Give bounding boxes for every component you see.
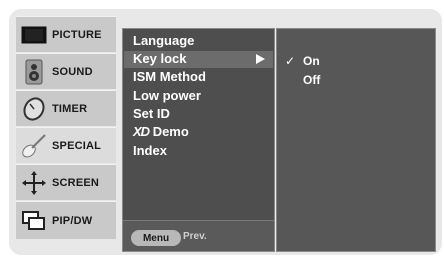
- sidebar-item-label: PIP/DW: [52, 214, 93, 227]
- menu-footer: Menu Prev.: [123, 220, 274, 251]
- menu-item-language[interactable]: Language: [133, 33, 194, 49]
- xd-logo: XD: [133, 124, 150, 139]
- sidebar-item-label: SOUND: [52, 65, 93, 78]
- sidebar-item-label: SCREEN: [52, 176, 100, 189]
- menu-item-key-lock[interactable]: Key lock: [124, 51, 273, 68]
- special-menu: Language Key lock ISM Method Low power S…: [122, 28, 275, 252]
- sidebar-item-label: SPECIAL: [52, 139, 102, 152]
- check-icon: ✓: [285, 54, 296, 68]
- prev-label: Prev.: [183, 231, 207, 242]
- tv-screen-icon: [16, 18, 52, 52]
- menu-item-index[interactable]: Index: [133, 143, 167, 159]
- cross-arrows-icon: [16, 166, 52, 200]
- menu-item-label: Key lock: [133, 51, 187, 66]
- sidebar-item-pipdw[interactable]: PIP/DW: [16, 201, 116, 239]
- menu-item-low-power[interactable]: Low power: [133, 88, 201, 104]
- right-arrow-icon: [256, 54, 265, 64]
- option-on[interactable]: On: [303, 54, 320, 68]
- speaker-icon: [16, 55, 52, 89]
- guitar-icon: [16, 129, 52, 163]
- menu-item-xd-demo[interactable]: XD Demo: [133, 124, 189, 140]
- sidebar-item-label: TIMER: [52, 102, 88, 115]
- sidebar-item-timer[interactable]: TIMER: [16, 90, 116, 126]
- sidebar-item-special[interactable]: SPECIAL: [16, 127, 116, 163]
- sidebar-item-sound[interactable]: SOUND: [16, 53, 116, 89]
- sidebar-item-picture[interactable]: PICTURE: [16, 16, 116, 52]
- key-lock-submenu: ✓ On Off: [276, 28, 436, 252]
- pip-windows-icon: [16, 204, 52, 238]
- sidebar-item-label: PICTURE: [52, 28, 102, 41]
- sidebar-item-screen[interactable]: SCREEN: [16, 164, 116, 200]
- sidebar: PICTURE SOUND TIMER SPECIAL SCREEN PIP/D…: [16, 16, 116, 260]
- menu-item-label: Demo: [152, 124, 189, 139]
- option-off[interactable]: Off: [303, 73, 320, 87]
- menu-button[interactable]: Menu: [131, 230, 181, 246]
- menu-item-ism-method[interactable]: ISM Method: [133, 69, 206, 85]
- menu-item-set-id[interactable]: Set ID: [133, 106, 170, 122]
- clock-icon: [16, 92, 52, 126]
